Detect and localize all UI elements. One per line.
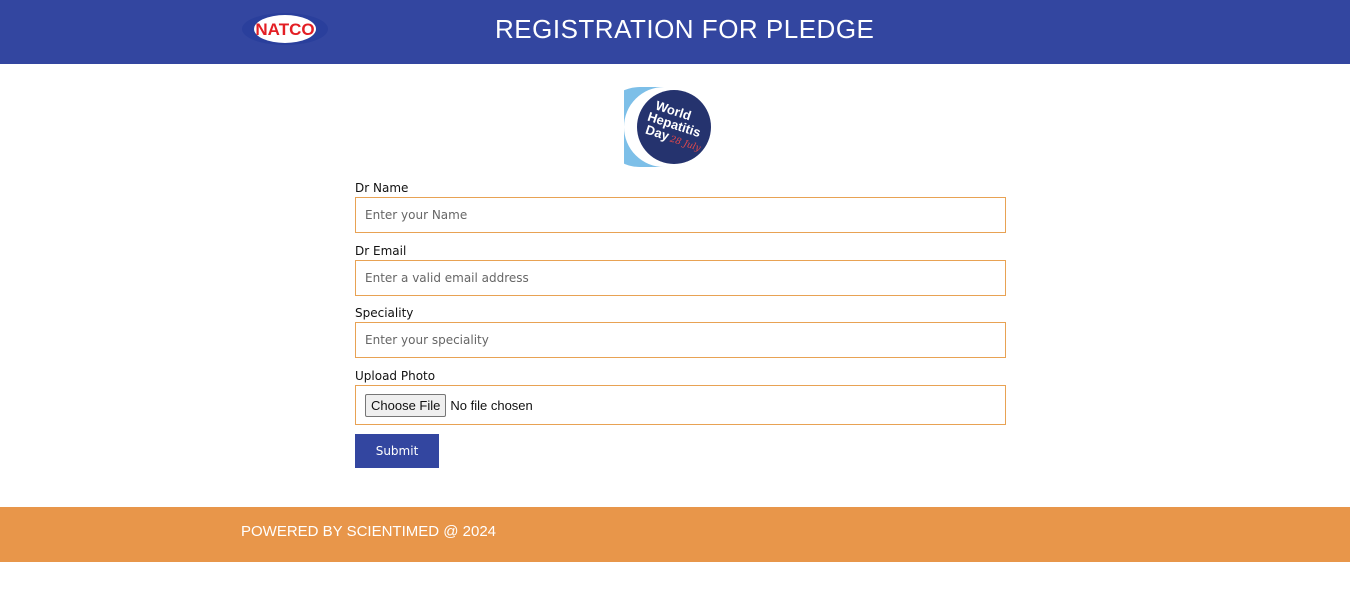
email-label: Dr Email bbox=[355, 244, 407, 258]
submit-button[interactable]: Submit bbox=[355, 434, 439, 468]
photo-upload-field: Choose File No file chosen bbox=[355, 385, 1006, 425]
photo-group: Upload Photo Choose File No file chosen bbox=[355, 368, 1006, 425]
footer-text: POWERED BY SCIENTIMED @ 2024 bbox=[241, 523, 497, 540]
email-input[interactable] bbox=[355, 260, 1006, 296]
name-group: Dr Name bbox=[355, 180, 1006, 233]
photo-label: Upload Photo bbox=[355, 369, 436, 383]
name-input[interactable] bbox=[355, 197, 1006, 233]
natco-logo: NATCO bbox=[242, 13, 328, 45]
page-header: NATCO REGISTRATION FOR PLEDGE bbox=[0, 0, 1350, 64]
speciality-input[interactable] bbox=[355, 322, 1006, 358]
choose-file-button[interactable]: Choose File bbox=[365, 393, 447, 417]
page-footer: POWERED BY SCIENTIMED @ 2024 bbox=[0, 507, 1350, 562]
speciality-group: Speciality bbox=[355, 305, 1006, 358]
email-group: Dr Email bbox=[355, 243, 1006, 296]
page-title-text: REGISTRATION FOR PLEDGE bbox=[495, 14, 875, 44]
speciality-label: Speciality bbox=[355, 306, 414, 320]
world-hepatitis-day-badge: World Hepatitis Day 28 July bbox=[624, 87, 711, 167]
file-status-text: No file chosen bbox=[450, 397, 533, 413]
svg-text:NATCO: NATCO bbox=[255, 20, 314, 39]
pledge-form: Dr Name Dr Email Speciality Upload Photo… bbox=[355, 180, 1006, 435]
name-label: Dr Name bbox=[355, 181, 409, 195]
